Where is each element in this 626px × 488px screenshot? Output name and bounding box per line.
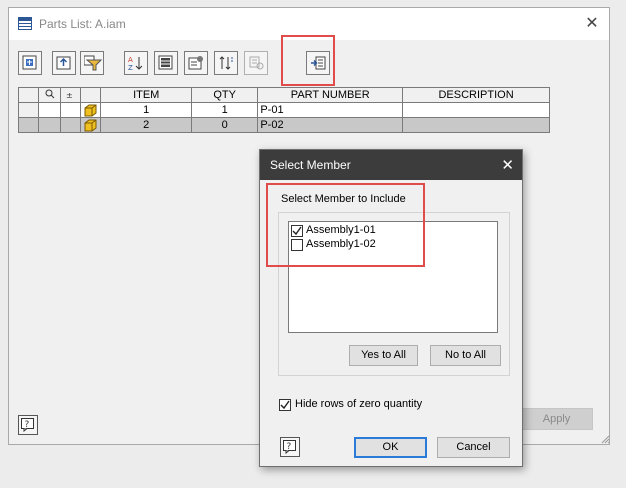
search-icon <box>45 89 55 98</box>
column-chooser-button[interactable] <box>154 51 178 75</box>
column-header-item[interactable]: ITEM <box>100 87 192 103</box>
description-cell[interactable] <box>402 117 550 133</box>
member-select-icon <box>22 55 37 70</box>
row-search-cell <box>38 102 62 118</box>
table-row[interactable]: 2 0 P-02 <box>17 117 550 133</box>
item-cell[interactable]: 1 <box>100 102 192 118</box>
dialog-title: Select Member <box>270 158 351 172</box>
callout-highlight-members <box>266 183 425 267</box>
svg-text:±: ± <box>66 91 73 99</box>
part-number-cell[interactable]: P-01 <box>257 102 404 118</box>
column-chooser-icon <box>158 55 173 70</box>
checkmark-icon <box>280 400 290 410</box>
filter-button[interactable] <box>80 51 104 75</box>
renumber-icon <box>219 56 233 70</box>
row-icon-cell <box>80 102 102 118</box>
settings-grid-icon <box>249 56 264 70</box>
member-select-button[interactable] <box>18 51 42 75</box>
export-icon <box>56 56 71 70</box>
column-header-unit[interactable]: ± <box>60 87 82 103</box>
help-icon: ? <box>21 418 34 432</box>
parts-list-grid: ± ITEM QTY PART NUMBER DESCRIPTION 1 1 P… <box>17 87 550 133</box>
ok-button[interactable]: OK <box>354 437 427 458</box>
parts-list-icon <box>18 17 32 30</box>
hide-zero-quantity-label: Hide rows of zero quantity <box>295 398 423 410</box>
qty-cell[interactable]: 0 <box>190 117 259 133</box>
sort-az-icon: AZ <box>128 56 143 71</box>
svg-text:A: A <box>128 56 133 64</box>
item-cell[interactable]: 2 <box>100 117 192 133</box>
row-unit-cell <box>60 117 82 133</box>
renumber-button[interactable] <box>214 51 238 75</box>
window-close-icon[interactable]: ✕ <box>583 14 601 32</box>
svg-text:?: ? <box>287 442 292 452</box>
table-row[interactable]: 1 1 P-01 <box>17 102 550 118</box>
row-unit-cell <box>60 102 82 118</box>
export-button[interactable] <box>52 51 76 75</box>
dialog-close-icon[interactable]: ✕ <box>501 156 514 174</box>
row-header-corner <box>17 87 40 103</box>
apply-button[interactable]: Apply <box>520 408 593 430</box>
window-title: Parts List: A.iam <box>39 17 126 31</box>
dialog-help-button[interactable]: ? <box>280 437 300 457</box>
part-number-cell[interactable]: P-02 <box>257 117 404 133</box>
svg-text:Z: Z <box>128 64 133 71</box>
description-cell[interactable] <box>402 102 550 118</box>
part-cube-icon <box>84 104 97 116</box>
column-header-part-number[interactable]: PART NUMBER <box>257 87 404 103</box>
column-header-icon[interactable] <box>80 87 102 103</box>
hide-zero-quantity-checkbox[interactable] <box>279 399 291 411</box>
group-settings-icon <box>188 56 203 70</box>
row-header[interactable] <box>17 102 40 118</box>
fraction-icon: ± <box>66 91 73 100</box>
column-header-search[interactable] <box>38 87 62 103</box>
cancel-button[interactable]: Cancel <box>437 437 510 458</box>
settings-grid-button[interactable] <box>244 51 268 75</box>
desktop-background: Parts List: A.iam ✕ AZ ± ITEM QTY PART N… <box>0 0 626 488</box>
qty-cell[interactable]: 1 <box>190 102 259 118</box>
grid-header-row: ± ITEM QTY PART NUMBER DESCRIPTION <box>17 87 550 103</box>
sort-button[interactable]: AZ <box>124 51 148 75</box>
dialog-titlebar: Select Member ✕ <box>260 150 522 180</box>
row-header[interactable] <box>17 117 40 133</box>
part-cube-icon <box>84 119 97 131</box>
group-settings-button[interactable] <box>184 51 208 75</box>
yes-to-all-button[interactable]: Yes to All <box>349 345 418 366</box>
help-button[interactable]: ? <box>18 415 38 435</box>
row-search-cell <box>38 117 62 133</box>
row-icon-cell <box>80 117 102 133</box>
svg-text:?: ? <box>25 420 30 430</box>
filter-funnel-icon <box>84 55 102 71</box>
no-to-all-button[interactable]: No to All <box>430 345 501 366</box>
help-icon: ? <box>283 440 296 454</box>
column-header-description[interactable]: DESCRIPTION <box>402 87 550 103</box>
callout-highlight-toolbar <box>281 35 335 86</box>
resize-grip-icon[interactable] <box>600 434 610 444</box>
column-header-qty[interactable]: QTY <box>190 87 259 103</box>
